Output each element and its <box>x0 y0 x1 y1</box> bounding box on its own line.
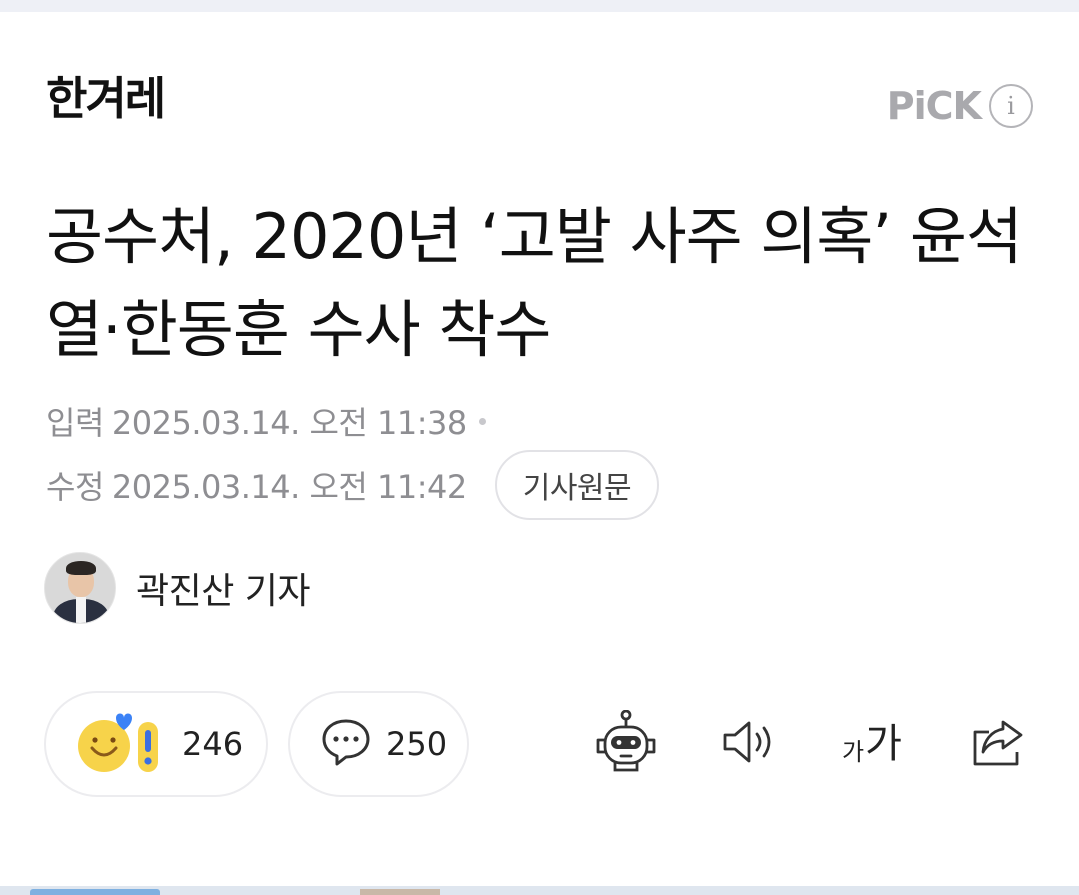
reaction-button[interactable]: 246 <box>44 691 268 797</box>
reaction-count: 246 <box>182 725 244 763</box>
original-article-button[interactable]: 기사원문 <box>494 450 660 520</box>
share-button[interactable] <box>966 708 1032 780</box>
pick-label: PiCK <box>886 84 982 128</box>
speaker-icon <box>719 717 779 771</box>
comment-bubble-icon <box>320 717 372 771</box>
next-content-preview <box>0 886 1079 895</box>
share-icon <box>969 716 1029 772</box>
top-status-strip <box>0 0 1079 12</box>
info-icon[interactable]: i <box>989 84 1033 128</box>
pick-badge[interactable]: PiCK i <box>887 84 1033 128</box>
input-label: 입력 <box>46 404 104 442</box>
input-datetime: 2025.03.14. 오전 11:38 <box>111 404 467 442</box>
press-logo[interactable]: 한겨레 <box>46 76 166 121</box>
audio-button[interactable] <box>716 708 782 780</box>
font-size-small-label: 가 <box>842 738 865 766</box>
robot-icon <box>591 709 661 778</box>
input-datetime-row: 입력 2025.03.14. 오전 11:38 <box>46 398 486 444</box>
modified-datetime: 2025.03.14. 오전 11:42 <box>111 468 467 506</box>
reporter-avatar[interactable] <box>44 552 116 624</box>
comment-count: 250 <box>386 725 448 763</box>
font-size-big-label: 가 <box>865 721 902 767</box>
font-size-button[interactable]: 가 가 <box>832 708 912 780</box>
modified-label: 수정 <box>46 468 104 506</box>
reporter-byline[interactable]: 곽진산 기자 <box>44 552 311 624</box>
article-headline: 공수처, 2020년 ‘고발 사주 의혹’ 윤석열·한동훈 수사 착수 <box>46 200 1023 366</box>
reporter-name[interactable]: 곽진산 기자 <box>136 562 311 614</box>
reaction-emoji-icon <box>76 708 168 780</box>
comment-button[interactable]: 250 <box>288 691 469 797</box>
separator-dot <box>478 417 486 425</box>
summary-bot-button[interactable] <box>590 708 662 780</box>
modified-datetime-row: 수정 2025.03.14. 오전 11:42 기사원문 <box>46 450 660 520</box>
font-size-icon: 가 가 <box>842 724 902 764</box>
